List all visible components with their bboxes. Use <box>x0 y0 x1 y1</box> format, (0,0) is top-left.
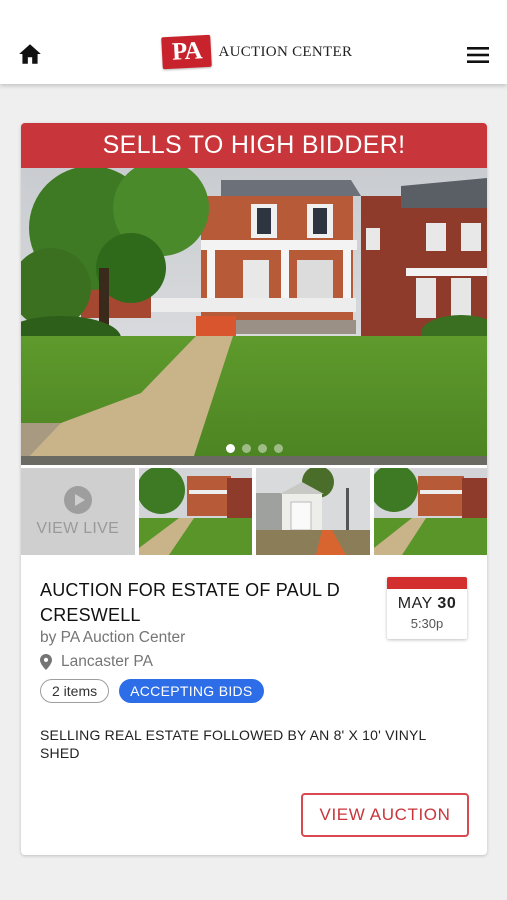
logo-badge: PA <box>161 34 213 70</box>
top-app-bar: PA AUCTION CENTER <box>0 0 507 84</box>
thumbnail-shed[interactable] <box>256 468 370 555</box>
thumbnail-image <box>256 468 370 555</box>
play-icon <box>63 485 92 514</box>
view-live-label: VIEW LIVE <box>36 519 120 537</box>
property-photo-carousel[interactable] <box>21 168 487 465</box>
auctioneer-byline: by PA Auction Center <box>40 629 186 646</box>
thumbnail-image <box>373 468 487 555</box>
pa-auction-center-logo[interactable]: PA AUCTION CENTER <box>161 30 353 74</box>
auction-card[interactable]: SELLS TO HIGH BIDDER! VIEW LIVE AUCTION … <box>21 123 487 855</box>
location-pin-icon <box>40 654 52 670</box>
carousel-dot[interactable] <box>273 444 283 453</box>
calendar-header <box>387 577 467 589</box>
auction-date-badge: MAY 30 5:30p <box>387 577 467 639</box>
house-photo <box>21 168 487 465</box>
status-badge: ACCEPTING BIDS <box>119 679 264 703</box>
auction-description: SELLING REAL ESTATE FOLLOWED BY AN 8' X … <box>40 727 427 761</box>
auction-title[interactable]: AUCTION FOR ESTATE OF PAUL D CRESWELL <box>40 578 360 628</box>
carousel-dot[interactable] <box>257 444 267 453</box>
carousel-indicator <box>21 444 487 453</box>
items-count-badge: 2 items <box>40 679 110 703</box>
thumbnail-image <box>138 468 252 555</box>
auction-badges: 2 items ACCEPTING BIDS <box>40 679 264 703</box>
carousel-dot[interactable] <box>225 444 235 453</box>
menu-button[interactable] <box>466 45 490 65</box>
auction-date: MAY 30 <box>387 595 467 613</box>
date-day: 30 <box>437 595 457 612</box>
logo-text: AUCTION CENTER <box>218 43 353 60</box>
home-icon <box>19 44 41 64</box>
view-live-button[interactable]: VIEW LIVE <box>21 468 135 555</box>
sale-type-banner: SELLS TO HIGH BIDDER! <box>21 123 487 168</box>
home-button[interactable] <box>17 41 43 67</box>
thumbnail-house-front[interactable] <box>138 468 252 555</box>
thumbnail-strip: VIEW LIVE <box>21 468 487 555</box>
auction-time: 5:30p <box>410 616 444 631</box>
thumbnail-house-angle[interactable] <box>373 468 487 555</box>
date-month: MAY <box>397 595 433 612</box>
auction-location: Lancaster PA <box>40 653 153 671</box>
carousel-dot[interactable] <box>241 444 251 453</box>
location-text: Lancaster PA <box>61 653 153 670</box>
view-auction-button[interactable]: VIEW AUCTION <box>301 793 469 837</box>
menu-icon <box>467 47 489 63</box>
